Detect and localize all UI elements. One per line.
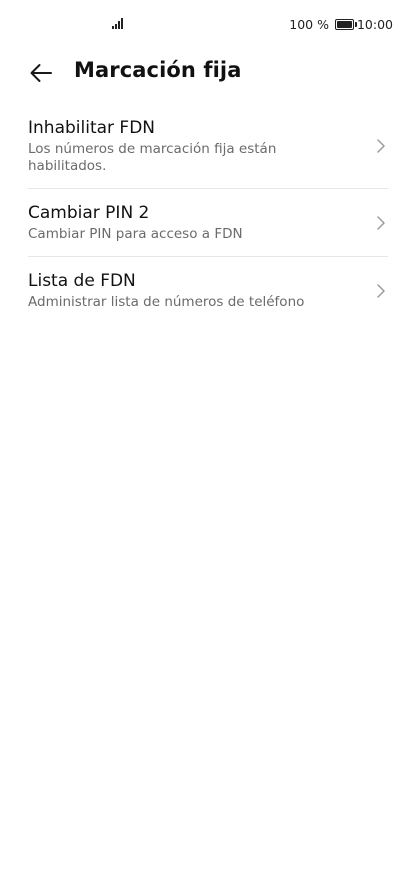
signal-icon (112, 17, 126, 29)
battery-icon (334, 18, 357, 30)
item-subtitle: Los números de marcación fija están habi… (28, 141, 277, 174)
back-arrow-icon (30, 64, 52, 82)
status-bar: 100 % 10:00 (0, 0, 416, 48)
app-header: Marcación fija (0, 48, 416, 98)
item-subtitle: Cambiar PIN para acceso a FDN (28, 226, 243, 242)
list-item-change-pin2[interactable]: Cambiar PIN 2 Cambiar PIN para acceso a … (28, 189, 388, 257)
item-title: Lista de FDN (28, 271, 136, 291)
item-title: Inhabilitar FDN (28, 118, 156, 138)
status-right: 100 % 10:00 (289, 16, 393, 32)
battery-percent: 100 % (289, 16, 329, 32)
clock: 10:00 (356, 16, 393, 32)
list-item-fdn-list[interactable]: Lista de FDN Administrar lista de número… (28, 257, 388, 324)
chevron-right-icon (377, 283, 385, 298)
list-item-disable-fdn[interactable]: Inhabilitar FDN Los números de marcación… (28, 104, 388, 189)
item-title: Cambiar PIN 2 (28, 203, 150, 223)
chevron-right-icon (377, 139, 385, 153)
settings-list: Inhabilitar FDN Los números de marcación… (28, 104, 388, 324)
chevron-right-icon (377, 215, 385, 230)
back-button[interactable] (24, 56, 58, 90)
item-subtitle: Administrar lista de números de teléfono (28, 294, 305, 310)
page-title: Marcación fija (74, 58, 242, 82)
